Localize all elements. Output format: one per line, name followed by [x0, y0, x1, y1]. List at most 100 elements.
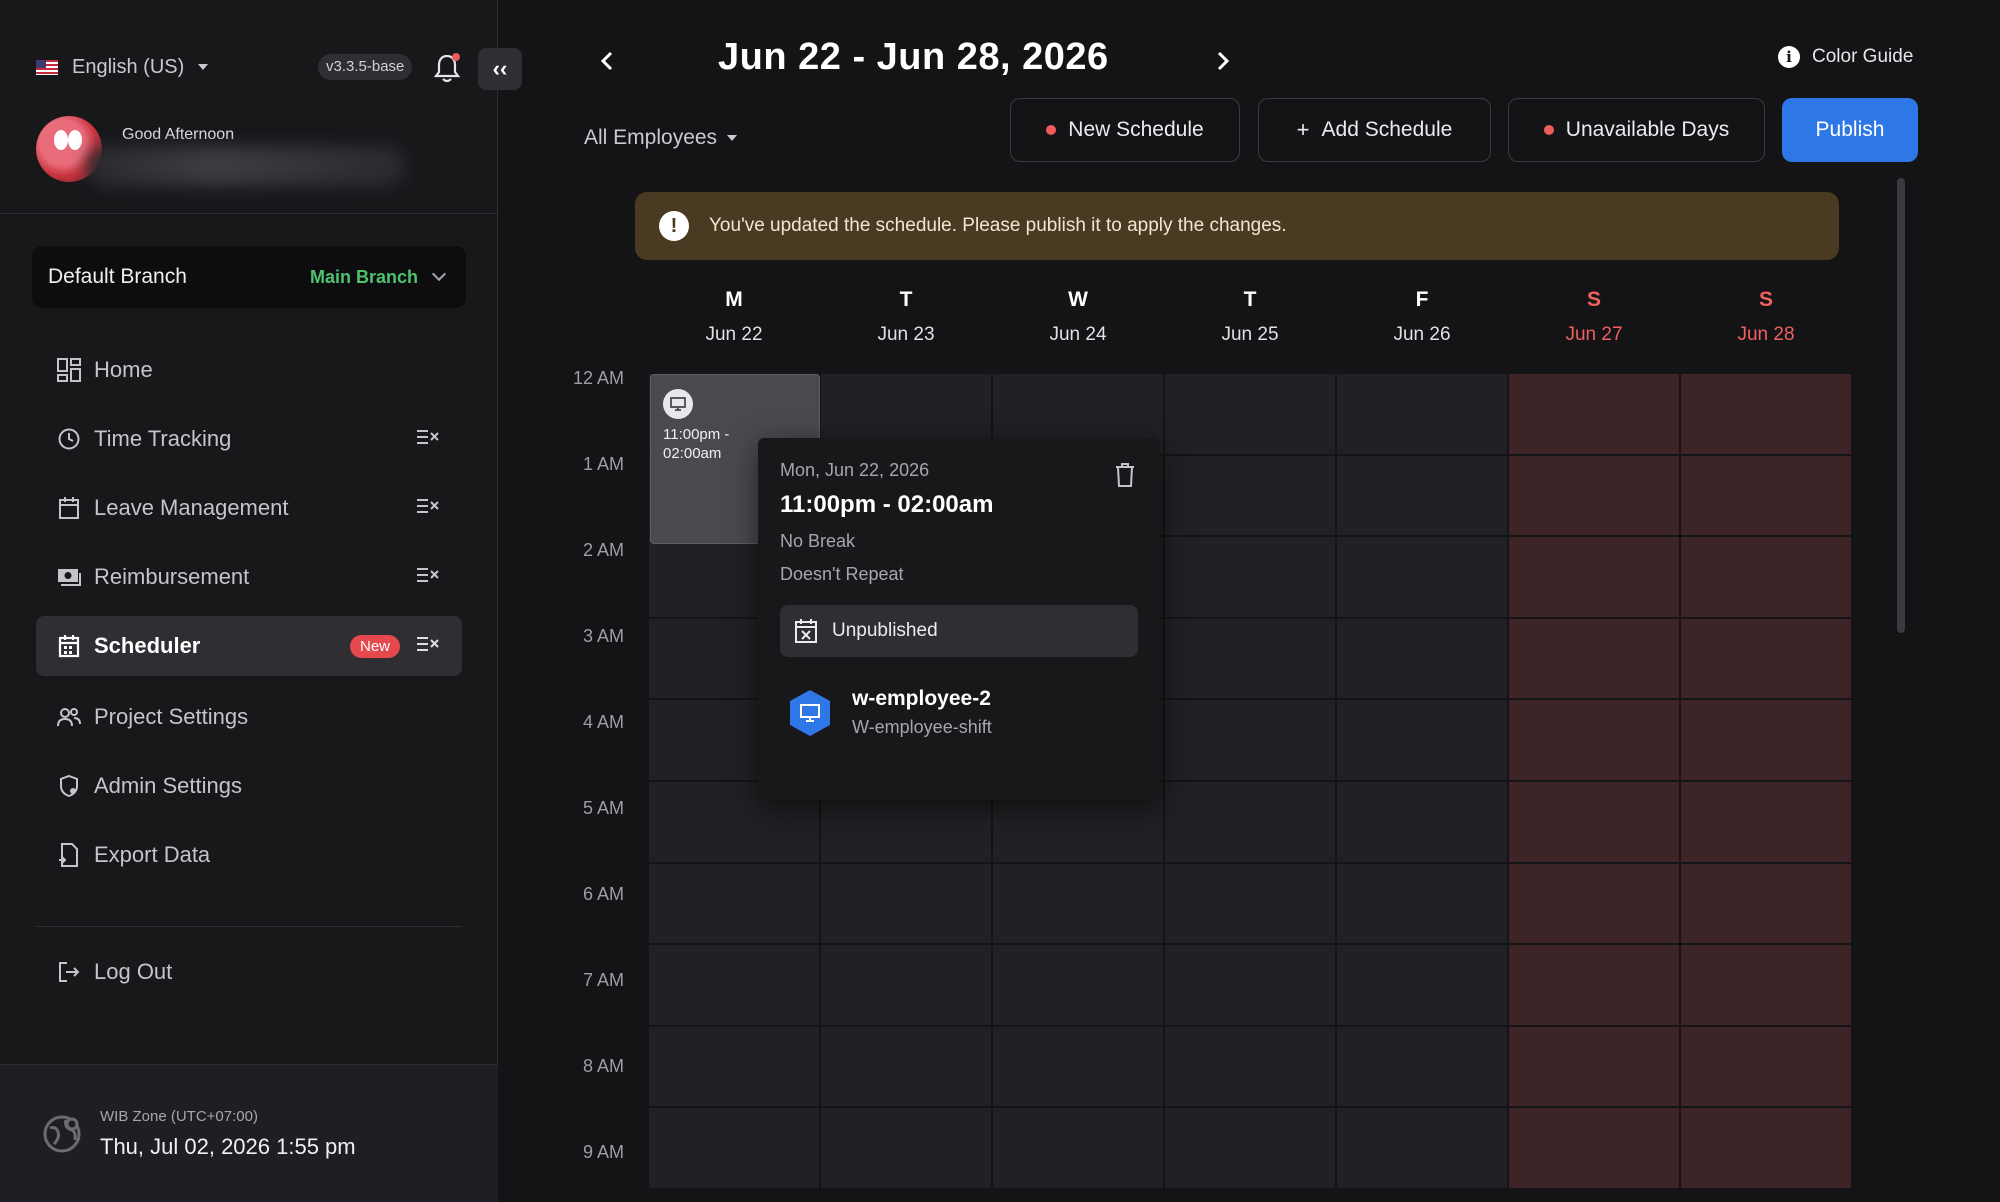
delete-shift-button[interactable]	[1114, 462, 1136, 488]
sidebar-item-scheduler[interactable]: Scheduler New	[36, 616, 462, 676]
calendar-cell[interactable]	[1337, 1026, 1507, 1107]
calendar-cell[interactable]	[1509, 781, 1679, 862]
next-week-button[interactable]	[1208, 46, 1238, 76]
sidebar-item-home[interactable]: Home	[36, 340, 462, 400]
calendar-cell[interactable]	[821, 945, 991, 1025]
calendar-cell[interactable]	[649, 1108, 819, 1188]
calendar-cell[interactable]	[821, 1108, 991, 1188]
vertical-scrollbar[interactable]	[1897, 178, 1905, 633]
sidebar-item-label: Admin Settings	[94, 773, 242, 798]
calendar-cell[interactable]	[1509, 1108, 1679, 1188]
calendar-cell[interactable]	[821, 863, 991, 944]
calendar-cell[interactable]	[993, 1026, 1163, 1107]
expand-list-icon[interactable]	[416, 426, 440, 452]
calendar-cell[interactable]	[1681, 374, 1851, 454]
color-guide-button[interactable]: i Color Guide	[1778, 46, 1913, 68]
sidebar-item-label: Reimbursement	[94, 564, 250, 589]
logout-button[interactable]: Log Out	[36, 942, 462, 1002]
sidebar-item-leave-management[interactable]: Leave Management	[36, 478, 462, 538]
publish-button[interactable]: Publish	[1782, 98, 1918, 162]
calendar-cell[interactable]	[1337, 863, 1507, 944]
calendar-cell[interactable]	[1337, 700, 1507, 780]
expand-list-icon[interactable]	[416, 495, 440, 521]
unavailable-days-label: Unavailable Days	[1565, 118, 1730, 141]
calendar-cell[interactable]	[649, 1026, 819, 1107]
calendar-cell[interactable]	[1509, 945, 1679, 1025]
unavailable-days-button[interactable]: Unavailable Days	[1508, 98, 1765, 162]
language-selector[interactable]: English (US)	[36, 52, 209, 82]
calendar-cell[interactable]	[1509, 863, 1679, 944]
day-date: Jun 22	[705, 324, 763, 345]
calendar-cell[interactable]	[1165, 700, 1335, 780]
calendar-cell[interactable]	[1509, 455, 1679, 536]
calendar-cell[interactable]	[1165, 863, 1335, 944]
calendar-cell[interactable]	[1509, 618, 1679, 699]
calendar-cell[interactable]	[1681, 618, 1851, 699]
new-schedule-button[interactable]: New Schedule	[1010, 98, 1240, 162]
calendar-cell[interactable]	[1681, 700, 1851, 780]
calendar-cell[interactable]	[649, 863, 819, 944]
calendar-cell[interactable]	[649, 945, 819, 1025]
new-badge: New	[349, 634, 400, 658]
collapse-sidebar-button[interactable]: ‹‹	[478, 48, 522, 90]
day-letter: M	[725, 288, 743, 311]
add-schedule-button[interactable]: + Add Schedule	[1258, 98, 1491, 162]
sidebar-item-export-data[interactable]: Export Data	[36, 825, 462, 885]
language-label: English (US)	[72, 55, 185, 78]
calendar-cell[interactable]	[1681, 1108, 1851, 1188]
employee-shift: W-employee-shift	[852, 717, 992, 737]
calendar-cell[interactable]	[1165, 945, 1335, 1025]
calendar-cell[interactable]	[1337, 374, 1507, 454]
calendar-cell[interactable]	[1165, 455, 1335, 536]
previous-week-button[interactable]	[592, 46, 622, 76]
calendar-cell[interactable]	[1337, 618, 1507, 699]
current-datetime: Thu, Jul 02, 2026 1:55 pm	[100, 1134, 356, 1159]
exclamation-icon: !	[659, 211, 689, 241]
calendar-cell[interactable]	[1165, 1108, 1335, 1188]
calendar-cell[interactable]	[993, 945, 1163, 1025]
calendar-cell[interactable]	[1681, 455, 1851, 536]
calendar-cell[interactable]	[1681, 781, 1851, 862]
notification-button[interactable]	[432, 52, 462, 84]
sidebar-item-label: Time Tracking	[94, 426, 232, 451]
branch-selector[interactable]: Default Branch Main Branch	[32, 246, 466, 308]
employee-filter-dropdown[interactable]: All Employees	[584, 126, 738, 150]
globe-icon	[42, 1114, 82, 1154]
day-date: Jun 27	[1565, 324, 1623, 345]
calendar-cell[interactable]	[1165, 618, 1335, 699]
calendar-cell[interactable]	[1165, 537, 1335, 617]
calendar-cell[interactable]	[1681, 537, 1851, 617]
calendar-cell[interactable]	[1509, 537, 1679, 617]
hour-label: 12 AM	[572, 368, 624, 388]
new-schedule-label: New Schedule	[1068, 118, 1204, 141]
calendar-cell[interactable]	[993, 1108, 1163, 1188]
calendar-cell[interactable]	[1337, 455, 1507, 536]
sidebar-item-project-settings[interactable]: Project Settings	[36, 687, 462, 747]
calendar-cell[interactable]	[1509, 1026, 1679, 1107]
calendar-cell[interactable]	[1509, 700, 1679, 780]
sidebar-item-reimbursement[interactable]: Reimbursement	[36, 547, 462, 607]
calendar-cell[interactable]	[821, 1026, 991, 1107]
branch-value: Main Branch	[309, 266, 418, 287]
calendar-cell[interactable]	[1681, 945, 1851, 1025]
calendar-cell[interactable]	[1165, 374, 1335, 454]
calendar-cell[interactable]	[993, 863, 1163, 944]
expand-list-icon[interactable]	[416, 633, 440, 659]
day-date: Jun 28	[1737, 324, 1795, 345]
calendar-cell[interactable]	[1337, 1108, 1507, 1188]
calendar-cell[interactable]	[1337, 537, 1507, 617]
sidebar-item-label: Project Settings	[94, 704, 249, 729]
hour-label: 5 AM	[582, 798, 624, 818]
calendar-cell[interactable]	[1681, 863, 1851, 944]
divider	[36, 926, 462, 927]
sidebar-item-admin-settings[interactable]: Admin Settings	[36, 756, 462, 816]
calendar-cell[interactable]	[1681, 1026, 1851, 1107]
calendar-cell[interactable]	[1165, 1026, 1335, 1107]
calendar-cell[interactable]	[1165, 781, 1335, 862]
calendar-cell[interactable]	[1337, 781, 1507, 862]
calendar-cell[interactable]	[1509, 374, 1679, 454]
calendar-cell[interactable]	[1337, 945, 1507, 1025]
sidebar-item-label: Leave Management	[94, 495, 289, 520]
expand-list-icon[interactable]	[416, 564, 440, 590]
sidebar-item-time-tracking[interactable]: Time Tracking	[36, 409, 462, 469]
